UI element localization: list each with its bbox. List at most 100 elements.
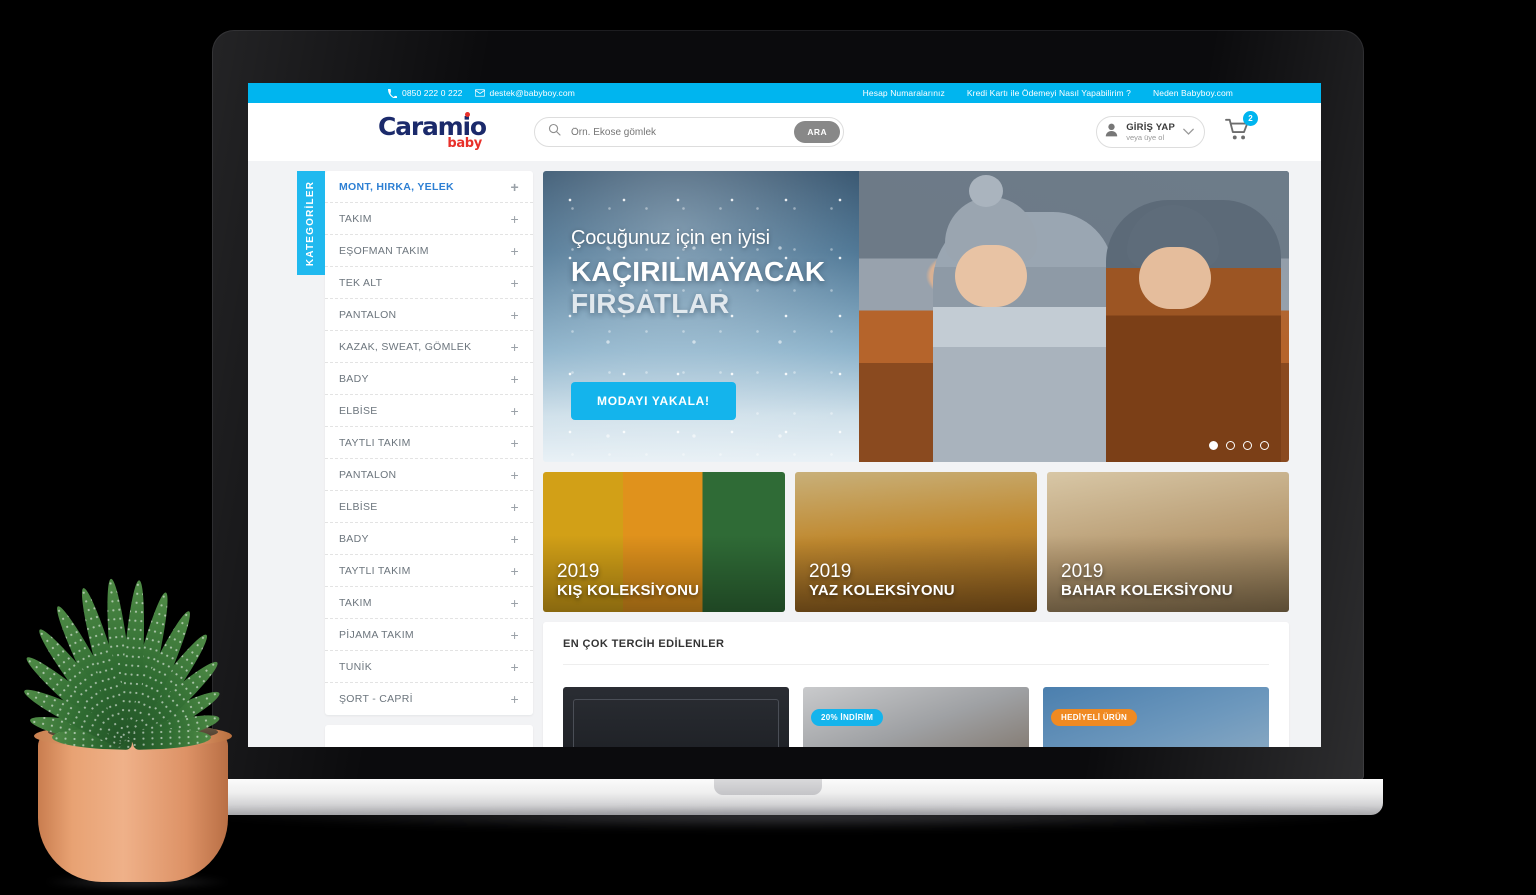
cart-button[interactable]: 2 [1225, 110, 1258, 147]
sidebar-item[interactable]: TAYTLI TAKIM + [325, 555, 533, 587]
expand-plus-icon[interactable]: + [511, 212, 519, 226]
scene: 0850 222 0 222 destek@babyboy.com Hesap … [0, 0, 1536, 895]
carousel-dot[interactable] [1209, 441, 1218, 450]
carousel-dot[interactable] [1243, 441, 1252, 450]
expand-plus-icon[interactable]: + [511, 404, 519, 418]
sidebar-item[interactable]: KAZAK, SWEAT, GÖMLEK + [325, 331, 533, 363]
sidebar-item[interactable]: PANTALON + [325, 459, 533, 491]
expand-plus-icon[interactable]: + [511, 628, 519, 642]
product-grid: 20% İNDİRİM HEDİYELİ ÜRÜN [563, 665, 1269, 747]
expand-plus-icon[interactable]: + [511, 180, 519, 194]
account-title: GİRİŞ YAP [1126, 121, 1175, 133]
collection-name: BAHAR KOLEKSİYONU [1061, 582, 1233, 599]
collection-name: KIŞ KOLEKSİYONU [557, 582, 700, 599]
search-submit-button[interactable]: ARA [794, 121, 840, 143]
sidebar-item[interactable]: MONT, HIRKA, YELEK + [325, 171, 533, 203]
phone-icon [388, 88, 397, 98]
sidebar-item-label: TAKIM [339, 212, 372, 225]
sidebar-item[interactable]: ŞORT - CAPRİ + [325, 683, 533, 715]
account-subtitle: veya üye ol [1126, 133, 1165, 142]
sidebar-item[interactable]: PANTALON + [325, 299, 533, 331]
decorative-plant [2, 470, 302, 890]
sidebar-item-label: PANTALON [339, 468, 397, 481]
expand-plus-icon[interactable]: + [511, 308, 519, 322]
carousel-dot[interactable] [1226, 441, 1235, 450]
product-card[interactable] [563, 687, 789, 747]
logo-text: Caramio [378, 112, 487, 141]
product-badge: HEDİYELİ ÜRÜN [1051, 709, 1138, 726]
hero-face-left [955, 245, 1027, 307]
topbar-phone-label: 0850 222 0 222 [402, 88, 463, 98]
topbar-link-creditcard[interactable]: Kredi Kartı ile Ödemeyi Nasıl Yapabiliri… [967, 88, 1131, 98]
sidebar-item-label: TAYTLI TAKIM [339, 436, 411, 449]
search-input[interactable] [571, 126, 795, 138]
product-card[interactable]: 20% İNDİRİM [803, 687, 1029, 747]
hero-pompom [969, 175, 1003, 207]
topbar-link-why[interactable]: Neden Babyboy.com [1153, 88, 1233, 98]
sidebar-item[interactable]: BADY + [325, 363, 533, 395]
expand-plus-icon[interactable]: + [511, 468, 519, 482]
expand-plus-icon[interactable]: + [511, 372, 519, 386]
expand-plus-icon[interactable]: + [511, 436, 519, 450]
product-card[interactable]: HEDİYELİ ÜRÜN [1043, 687, 1269, 747]
account-menu[interactable]: GİRİŞ YAP veya üye ol [1096, 116, 1205, 148]
topbar-phone[interactable]: 0850 222 0 222 [388, 88, 463, 98]
sidebar-item-label: MONT, HIRKA, YELEK [339, 180, 454, 193]
hero-copy: Çocuğunuz için en iyisi KAÇIRILMAYACAK F… [571, 227, 931, 320]
browser-screen: 0850 222 0 222 destek@babyboy.com Hesap … [248, 83, 1321, 747]
expand-plus-icon[interactable]: + [511, 596, 519, 610]
expand-plus-icon[interactable]: + [511, 244, 519, 258]
sidebar-item-label: KAZAK, SWEAT, GÖMLEK [339, 340, 472, 353]
sidebar-item[interactable]: TAYTLI TAKIM + [325, 427, 533, 459]
hero-cta-button[interactable]: MODAYI YAKALA! [571, 382, 736, 420]
account-labels: GİRİŞ YAP veya üye ol [1126, 121, 1175, 142]
expand-plus-icon[interactable]: + [511, 564, 519, 578]
sidebar-item[interactable]: TEK ALT + [325, 267, 533, 299]
sidebar-item-label: TUNİK [339, 660, 372, 673]
carousel-dot[interactable] [1260, 441, 1269, 450]
topbar-links: Hesap Numaralarınız Kredi Kartı ile Ödem… [863, 88, 1233, 98]
site-logo[interactable]: Caramio baby [378, 112, 487, 150]
sidebar-item[interactable]: TAKIM + [325, 203, 533, 235]
topbar-link-accounts[interactable]: Hesap Numaralarınız [863, 88, 945, 98]
sidebar-item[interactable]: ELBİSE + [325, 491, 533, 523]
topbar-email-label: destek@babyboy.com [489, 88, 575, 98]
expand-plus-icon[interactable]: + [511, 692, 519, 706]
expand-plus-icon[interactable]: + [511, 500, 519, 514]
sidebar-item[interactable]: BADY + [325, 523, 533, 555]
sidebar-item[interactable]: TAKIM + [325, 587, 533, 619]
topbar-contact: 0850 222 0 222 destek@babyboy.com [388, 88, 575, 98]
expand-plus-icon[interactable]: + [511, 340, 519, 354]
sidebar-item-label: EŞOFMAN TAKIM [339, 244, 429, 257]
expand-plus-icon[interactable]: + [511, 660, 519, 674]
chevron-down-icon[interactable] [1183, 123, 1194, 141]
sidebar-item-label: PANTALON [339, 308, 397, 321]
hero-title: KAÇIRILMAYACAK FIRSATLAR [571, 256, 931, 320]
collection-year: 2019 [1061, 561, 1104, 582]
cart-icon [1225, 118, 1251, 146]
categories-tab-label: KATEGORİLER [305, 180, 317, 266]
sidebar-item[interactable]: TUNİK + [325, 651, 533, 683]
logo-wordmark: Caramio [378, 112, 487, 140]
sidebar-item-label: BADY [339, 372, 369, 385]
plant-pot [38, 732, 228, 882]
expand-plus-icon[interactable]: + [511, 276, 519, 290]
topbar-email[interactable]: destek@babyboy.com [474, 88, 575, 98]
sidebar-item-label: TAKIM [339, 596, 372, 609]
laptop-shadow [180, 812, 1400, 830]
sidebar-item[interactable]: ELBİSE + [325, 395, 533, 427]
categories-vertical-tab[interactable]: KATEGORİLER [297, 171, 325, 275]
featured-products-section: EN ÇOK TERCİH EDİLENLER 20% İNDİRİM HEDİY… [543, 622, 1289, 747]
collection-card[interactable]: 2019 BAHAR KOLEKSİYONU [1047, 472, 1289, 612]
collection-card-text: 2019 YAZ KOLEKSİYONU [809, 561, 955, 600]
collection-cards: 2019 KIŞ KOLEKSİYONU 2019 YAZ KOLEKSİYONU 20… [543, 472, 1289, 612]
carousel-dots [1209, 441, 1269, 450]
expand-plus-icon[interactable]: + [511, 532, 519, 546]
hero-banner[interactable]: Çocuğunuz için en iyisi KAÇIRILMAYACAK F… [543, 171, 1289, 462]
sidebar-item[interactable]: PİJAMA TAKIM + [325, 619, 533, 651]
sidebar-item[interactable]: EŞOFMAN TAKIM + [325, 235, 533, 267]
sidebar-item-label: ELBİSE [339, 500, 378, 513]
collection-year: 2019 [557, 561, 600, 582]
collection-card[interactable]: 2019 YAZ KOLEKSİYONU [795, 472, 1037, 612]
collection-card[interactable]: 2019 KIŞ KOLEKSİYONU [543, 472, 785, 612]
